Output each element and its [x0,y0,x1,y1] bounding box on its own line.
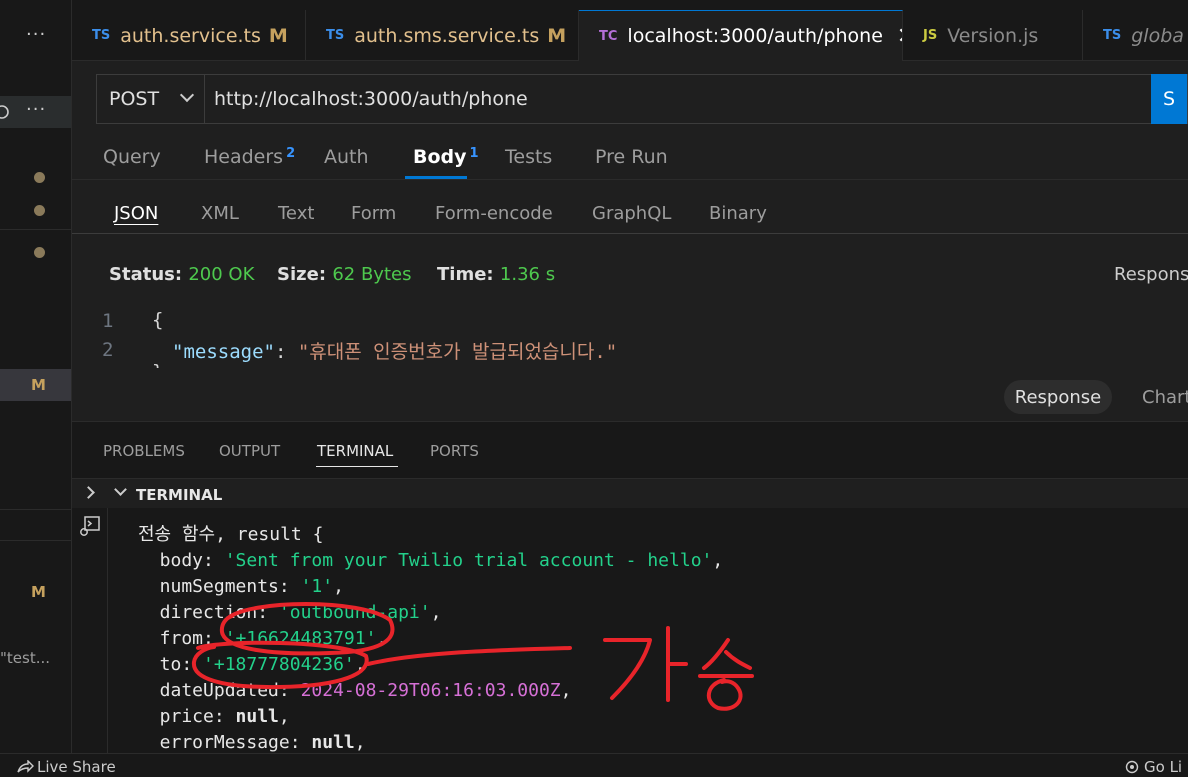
response-time: Time: 1.36 s [437,264,556,285]
thunder-client-icon: TC [599,28,618,44]
code-line: "message": "휴대폰 인증번호가 발급되었습니다." [172,341,618,363]
response-body: 1 { 2 "message": "휴대폰 인증번호가 발급되었습니다." } [72,306,1188,368]
terminal-line: to: '+18777804236', [138,654,366,675]
divider [0,509,71,510]
tab-auth[interactable]: Auth [324,146,369,168]
tab-label: Version.js [947,24,1039,47]
tab-auth-service[interactable]: TS auth.service.ts M [72,10,306,61]
response-view-chip[interactable]: Response [1004,380,1112,414]
terminal-line: numSegments: '1', [138,576,344,597]
active-tab-indicator [316,466,398,467]
tab-label: localhost:3000/auth/phone [627,25,883,47]
terminal-icon[interactable] [78,514,102,538]
refresh-icon[interactable] [0,103,12,121]
tab-label: auth.service.ts [120,24,261,47]
tab-binary[interactable]: Binary [709,203,767,224]
tab-terminal[interactable]: TERMINAL [317,442,393,460]
terminal-line: dateUpdated: 2024-08-29T06:16:03.000Z, [138,680,572,701]
tab-query[interactable]: Query [103,146,161,168]
tab-output[interactable]: OUTPUT [219,442,280,460]
terminal-line: price: null, [138,706,290,727]
divider [0,229,71,230]
sidebar-toolbar: ··· [0,96,71,128]
tab-text[interactable]: Text [278,203,314,224]
more-actions-icon[interactable]: ··· [26,24,46,45]
code-line: { [152,309,164,331]
tab-form[interactable]: Form [351,203,396,224]
more-actions-icon[interactable]: ··· [26,99,46,120]
tab-pre-run[interactable]: Pre Run [595,146,668,168]
tab-ports[interactable]: PORTS [430,442,479,460]
editor-tab-bar: TS auth.service.ts M TS auth.sms.service… [72,0,1188,61]
response-label: Respons [1114,264,1188,285]
request-tabs: Query Headers 2 Auth Body 1 Tests Pre Run [72,130,1188,180]
tab-auth-sms-service[interactable]: TS auth.sms.service.ts M [306,10,579,61]
response-status: Status: 200 OK [109,264,255,285]
url-input[interactable]: http://localhost:3000/auth/phone [205,88,1187,110]
bottom-panel: PROBLEMS OUTPUT TERMINAL PORTS TERMINAL … [72,421,1188,756]
modified-dot-icon [34,247,45,258]
tab-global[interactable]: TS globa [1083,10,1188,61]
terminal-line: 전송 함수, result { [138,524,324,545]
response-size: Size: 62 Bytes [277,264,412,285]
line-number: 2 [102,339,114,361]
terminal-header: TERMINAL [72,478,1188,508]
headers-count-badge: 2 [286,146,296,161]
chevron-right-icon[interactable] [82,486,95,499]
tab-graphql[interactable]: GraphQL [592,203,671,224]
live-share-button[interactable]: Live Share [16,758,116,776]
tab-xml[interactable]: XML [201,203,239,224]
terminal-line: body: 'Sent from your Twilio trial accou… [138,550,724,571]
chevron-down-icon[interactable] [114,483,127,496]
go-live-button[interactable]: Go Li [1124,758,1182,776]
terminal-line: direction: 'outbound-api', [138,602,442,623]
typescript-icon: TS [92,28,111,43]
tab-label: auth.sms.service.ts [354,24,540,47]
active-tab-indicator [405,176,467,179]
javascript-icon: JS [923,28,938,43]
truncated-item-text: "test... [0,649,51,667]
tab-body[interactable]: Body 1 [413,146,479,168]
request-bar: POST http://localhost:3000/auth/phone S [96,74,1188,124]
typescript-icon: TS [326,28,345,43]
body-count-badge: 1 [469,146,479,161]
method-select[interactable]: POST [97,75,205,123]
divider [0,540,71,541]
terminal-line: from: '+16624483791', [138,628,388,649]
body-format-tabs: JSON XML Text Form Form-encode GraphQL B… [72,186,1188,234]
modified-badge: M [31,376,46,394]
tab-problems[interactable]: PROBLEMS [103,442,185,460]
code-line: } [152,361,163,368]
chart-view-chip[interactable]: Chart [1142,387,1188,408]
terminal-section-title: TERMINAL [136,486,223,504]
status-bar: Live Share Go Li [0,753,1188,777]
tab-json[interactable]: JSON [114,203,158,224]
chevron-down-icon [179,87,195,103]
tab-thunder-client-request[interactable]: TC localhost:3000/auth/phone ✕ [579,10,903,61]
divider [107,508,108,754]
tab-tests[interactable]: Tests [505,146,552,168]
modified-dot-icon [34,205,45,216]
broadcast-icon [1125,760,1139,774]
method-value: POST [109,88,160,110]
side-bar: ··· ··· M M "test... [0,0,72,753]
terminal-output[interactable]: 전송 함수, result { body: 'Sent from your Tw… [138,522,723,756]
typescript-icon: TS [1103,28,1122,43]
modified-badge: M [268,24,288,47]
selected-file-row[interactable]: M [0,369,71,401]
tab-form-encode[interactable]: Form-encode [435,203,553,224]
tab-version-js[interactable]: JS Version.js [903,10,1083,61]
modified-dot-icon [34,172,45,183]
send-button[interactable]: S [1151,74,1187,124]
line-number: 1 [102,310,114,332]
tab-label: globa [1131,24,1184,47]
modified-badge: M [31,583,46,601]
tab-headers[interactable]: Headers 2 [204,146,295,168]
modified-badge: M [547,24,567,47]
live-share-icon [17,759,34,773]
